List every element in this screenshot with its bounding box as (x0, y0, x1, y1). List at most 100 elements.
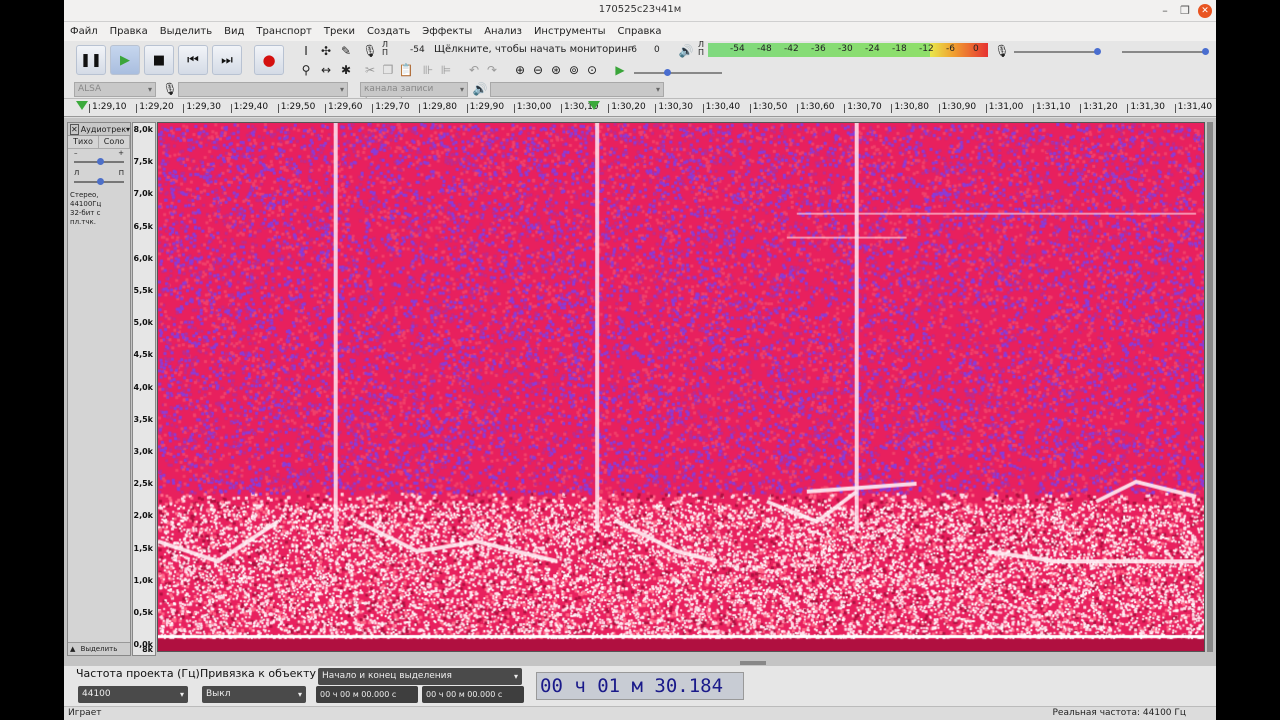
scale-label: 0,5k (133, 608, 154, 617)
project-rate-select[interactable]: 44100 ▾ (78, 686, 188, 703)
mute-button[interactable]: Тихо (68, 136, 99, 148)
zoom-in-icon[interactable]: ⊕ (512, 62, 528, 78)
play-meter-speaker-icon[interactable]: 🔊 (678, 43, 694, 59)
rec-volume-mic-icon: 🎙 (994, 44, 1010, 58)
play-meter-peak (930, 43, 988, 57)
track-close-icon[interactable]: ✕ (70, 123, 79, 135)
scale-label: 4,5k (133, 350, 154, 360)
timeshift-tool-icon[interactable]: ↔ (318, 62, 334, 78)
play-meter-channels: ЛП (698, 40, 705, 57)
maximize-icon[interactable]: ❐ (1178, 4, 1192, 18)
ruler-tick: 1:30,90 (938, 102, 977, 113)
undo-icon[interactable]: ↶ (466, 62, 482, 78)
solo-button[interactable]: Соло (99, 136, 130, 148)
selection-end-field[interactable]: 00 ч 00 м 00.000 с (422, 686, 524, 703)
gain-slider[interactable]: – + (74, 149, 124, 169)
snap-to-label: Привязка к объекту (200, 667, 316, 680)
play-meter[interactable]: -54 -48 -42 -36 -30 -24 -18 -12 -6 0 (708, 43, 988, 57)
paste-icon[interactable]: 📋 (398, 62, 414, 78)
fit-selection-icon[interactable]: ⊛ (548, 62, 564, 78)
menu-file[interactable]: Файл (70, 26, 98, 37)
track-menu-chevron-icon[interactable]: ▾ (126, 125, 130, 134)
menu-effects[interactable]: Эффекты (422, 26, 472, 37)
menu-tracks[interactable]: Треки (324, 26, 355, 37)
menu-transport[interactable]: Транспорт (256, 26, 311, 37)
play-meter-tick: -36 (811, 44, 826, 54)
ruler-tick: 1:30,80 (891, 102, 929, 113)
playback-device-select[interactable]: ▾ (490, 82, 664, 97)
skip-end-icon: ⏭ (221, 52, 233, 68)
selection-start-field[interactable]: 00 ч 00 м 00.000 с (316, 686, 418, 703)
playback-volume-slider[interactable] (1122, 48, 1209, 55)
ruler-tick: 1:29,30 (183, 102, 221, 113)
track-info: Стерео, 44100Гц 32-бит с пл.тчк. (68, 189, 130, 229)
record-meter-prompt[interactable]: Щёлкните, чтобы начать мониторинг (434, 44, 633, 55)
frequency-scale[interactable]: 8,0k 7,5k 7,0k 6,5k 6,0k 5,5k 5,0k 4,5k 4,0k 3,5k… (132, 122, 156, 656)
track-header[interactable]: ✕ Аудиотрек ▾ (68, 123, 130, 136)
envelope-tool-icon[interactable]: ✣ (318, 43, 334, 59)
scale-label: 6,5k (133, 221, 154, 231)
menu-view[interactable]: Вид (224, 26, 244, 37)
skip-start-button[interactable]: ⏮ (178, 45, 208, 75)
ruler-tick: 1:29,70 (372, 102, 410, 113)
record-meter-mic-icon[interactable]: 🎙 (362, 43, 378, 59)
track-format: Стерео, 44100Гц (70, 191, 102, 208)
skip-end-button[interactable]: ⏭ (212, 45, 242, 75)
menu-edit[interactable]: Правка (110, 26, 148, 37)
ruler-tick: 1:30,40 (702, 102, 741, 113)
redo-icon[interactable]: ↷ (484, 62, 500, 78)
menu-analyze[interactable]: Анализ (484, 26, 522, 37)
record-volume-slider[interactable] (1014, 48, 1101, 55)
selection-mode-select[interactable]: Начало и конец выделения ▾ (318, 668, 522, 685)
menu-help[interactable]: Справка (618, 26, 662, 37)
close-icon[interactable]: ✕ (1198, 4, 1212, 18)
fit-project-icon[interactable]: ⊚ (566, 62, 582, 78)
snap-to-select[interactable]: Выкл ▾ (202, 686, 306, 703)
record-meter-channels: ЛП (382, 40, 389, 57)
stop-button[interactable]: ■ (144, 45, 174, 75)
scale-label: 2,0k (133, 511, 154, 521)
menu-tools[interactable]: Инструменты (534, 26, 606, 37)
track-area: ✕ Аудиотрек ▾ Тихо Соло – + Л П Стерео, … (64, 118, 1216, 660)
scale-label: 8,0k (133, 125, 154, 134)
record-meter-tick-b: 0 (654, 45, 660, 55)
silence-icon[interactable]: ⊫ (438, 62, 454, 78)
selection-tool-icon[interactable]: I (298, 43, 314, 59)
pan-slider[interactable]: Л П (74, 169, 124, 189)
zoom-tool-icon[interactable]: ⚲ (298, 62, 314, 78)
play-meter-tick: -42 (784, 44, 799, 54)
menu-select[interactable]: Выделить (160, 26, 212, 37)
record-meter-left-tick: -54 (410, 45, 425, 55)
audio-host-select[interactable]: ALSA ▾ (74, 82, 156, 97)
play-button[interactable]: ▶ (110, 45, 140, 75)
vertical-scrollbar[interactable] (1207, 122, 1213, 652)
trim-icon[interactable]: ⊪ (420, 62, 436, 78)
zoom-out-icon[interactable]: ⊖ (530, 62, 546, 78)
play-position-pin-icon[interactable] (588, 101, 600, 110)
play-speed-slider[interactable] (634, 69, 722, 76)
timeline-ruler[interactable]: 1:29,10 1:29,20 1:29,30 1:29,40 1:29,50 1:29,… (64, 98, 1216, 117)
device-mic-icon: 🎙 (162, 82, 178, 96)
cut-icon[interactable]: ✂ (362, 62, 378, 78)
play-start-pin-icon[interactable] (76, 101, 88, 110)
spectrogram-view[interactable] (157, 122, 1205, 652)
collapse-arrow-icon[interactable]: ▲ (70, 643, 75, 655)
track-select-button[interactable]: ▲ Выделить (68, 642, 130, 655)
minimize-icon[interactable]: – (1158, 4, 1172, 18)
record-button[interactable]: ● (254, 45, 284, 75)
zoom-toggle-icon[interactable]: ⊙ (584, 62, 600, 78)
recording-device-select[interactable]: ▾ (178, 82, 348, 97)
play-at-speed-icon[interactable]: ▶ (612, 62, 628, 78)
draw-tool-icon[interactable]: ✎ (338, 43, 354, 59)
scale-label: 3,0k (133, 447, 154, 456)
gain-minus-label: – (74, 149, 78, 157)
copy-icon[interactable]: ❐ (380, 62, 396, 78)
pause-button[interactable]: ❚❚ (76, 45, 106, 75)
audio-position-display[interactable]: 00 ч 01 м 30.184 с (536, 672, 744, 720)
multi-tool-icon[interactable]: ✱ (338, 62, 354, 78)
ruler-tick: 1:30,20 (608, 102, 646, 113)
track-name[interactable]: Аудиотрек (81, 125, 126, 134)
ruler-tick: 1:31,00 (985, 102, 1024, 113)
menu-generate[interactable]: Создать (367, 26, 410, 37)
recording-channels-select[interactable]: канала записи (стерео)▾ (360, 82, 468, 107)
